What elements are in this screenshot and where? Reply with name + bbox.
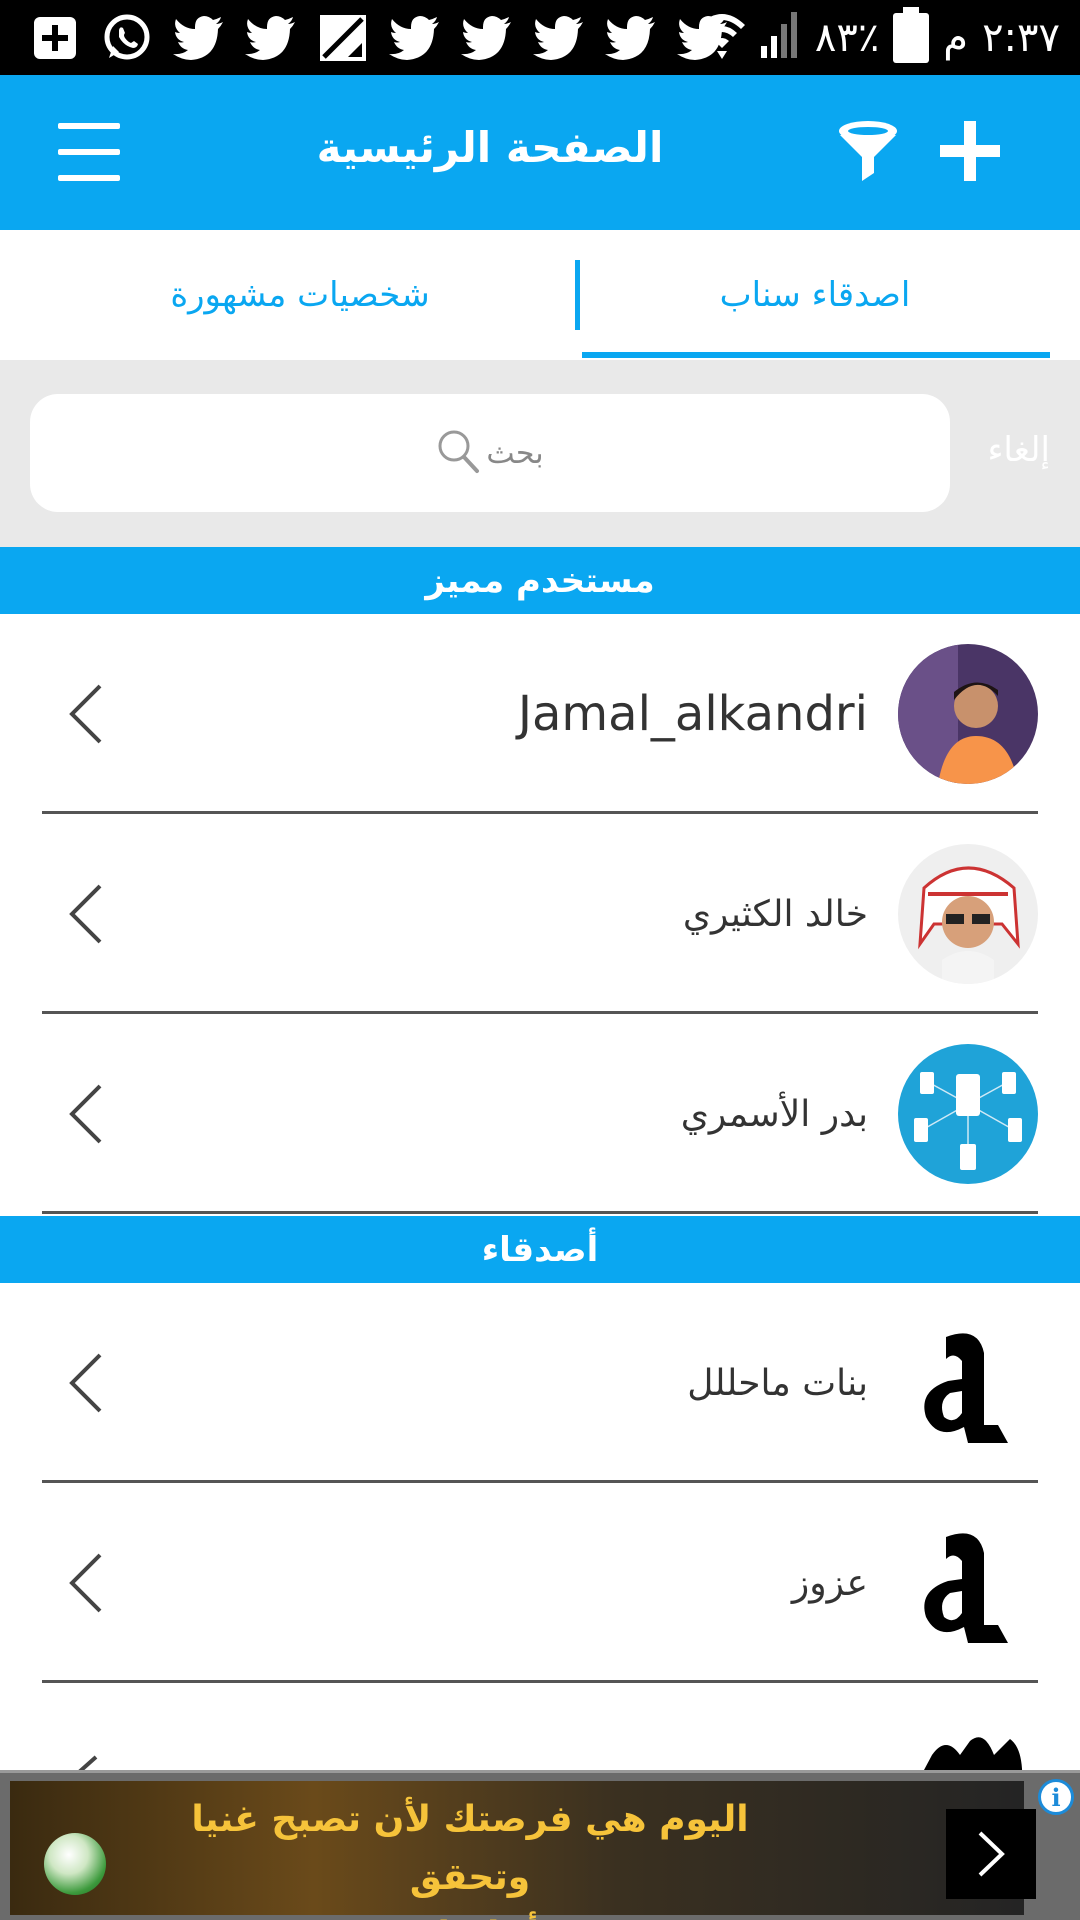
add-box-icon [26, 12, 84, 64]
ad-banner[interactable]: اليوم هي فرصتك لأن تصبح غنيا وتحقق أحلام… [0, 1770, 1080, 1920]
contact-name: عزوز [791, 1562, 868, 1604]
avatar [898, 644, 1038, 784]
avatar [898, 844, 1038, 984]
chevron-left-icon[interactable] [66, 1351, 106, 1415]
ampm: م [943, 15, 969, 61]
search-icon [436, 428, 480, 478]
tab-famous[interactable]: شخصيات مشهورة [30, 230, 570, 360]
filter-icon[interactable] [836, 119, 900, 185]
notification-icons [26, 12, 732, 64]
avatar [898, 1513, 1038, 1653]
battery-percent: ٨٣٪ [814, 15, 880, 61]
ad-text-line1: اليوم هي فرصتك لأن تصبح غنيا وتحقق [191, 1799, 749, 1898]
whatsapp-icon [98, 12, 156, 64]
twitter-icon [458, 12, 516, 64]
image-icon [314, 12, 372, 64]
contact-name: Jamal_alkandri [517, 686, 868, 742]
app-bar: الصفحة الرئيسية [0, 75, 1080, 230]
list-item[interactable]: بنات ماحللل [0, 1283, 1080, 1483]
twitter-icon [530, 12, 588, 64]
ad-logo [44, 1833, 106, 1895]
contact-name: بدر الأسمري [680, 1093, 868, 1135]
list-item[interactable]: بدر الأسمري [0, 1014, 1080, 1214]
search-bar: بحث إلغاء [0, 360, 1080, 547]
tab-snap-friends[interactable]: اصدقاء سناب [580, 230, 1050, 360]
battery-icon [893, 7, 930, 63]
chevron-left-icon[interactable] [66, 882, 106, 946]
signal-icon [760, 8, 801, 68]
row-divider [42, 1211, 1038, 1214]
search-input[interactable]: بحث [30, 394, 950, 512]
system-status: ٨٣٪ م ٢:٣٧ [697, 7, 1060, 69]
list-item[interactable] [0, 1683, 1080, 1773]
avatar [898, 1313, 1038, 1453]
contact-name: خالد الكثيري [682, 893, 868, 935]
chevron-left-icon[interactable] [66, 682, 106, 746]
avatar [898, 1044, 1038, 1184]
twitter-icon [170, 12, 228, 64]
twitter-icon [602, 12, 660, 64]
contact-name: بنات ماحللل [687, 1362, 868, 1404]
status-bar: ٨٣٪ م ٢:٣٧ [0, 0, 1080, 75]
cancel-button[interactable]: إلغاء [987, 430, 1050, 470]
chevron-left-icon[interactable] [66, 1082, 106, 1146]
plus-icon[interactable] [938, 115, 1002, 187]
section-header-premium: مستخدم مميز [0, 547, 1080, 614]
tab-bar: شخصيات مشهورة اصدقاء سناب [0, 230, 1080, 360]
clock: ٢:٣٧ [982, 15, 1060, 61]
ad-text[interactable]: اليوم هي فرصتك لأن تصبح غنيا وتحقق أحلام… [160, 1791, 780, 1920]
twitter-icon [386, 12, 444, 64]
search-placeholder: بحث [486, 435, 544, 471]
avatar [910, 1725, 1030, 1773]
active-tab-indicator [582, 352, 1050, 358]
wifi-icon [697, 7, 747, 69]
section-header-friends: أصدقاء [0, 1216, 1080, 1283]
ad-text-line2: أحلامك! [160, 1907, 780, 1920]
ad-content[interactable]: اليوم هي فرصتك لأن تصبح غنيا وتحقق أحلام… [10, 1781, 1036, 1920]
chevron-right-icon[interactable] [946, 1809, 1036, 1899]
list-item[interactable]: عزوز [0, 1483, 1080, 1683]
chevron-left-icon[interactable] [66, 1551, 106, 1615]
list-item[interactable]: Jamal_alkandri [0, 614, 1080, 814]
twitter-icon [242, 12, 300, 64]
page-title: الصفحة الرئيسية [316, 123, 664, 172]
ad-info-icon[interactable]: i [1038, 1779, 1074, 1815]
list-item[interactable]: خالد الكثيري [0, 814, 1080, 1014]
